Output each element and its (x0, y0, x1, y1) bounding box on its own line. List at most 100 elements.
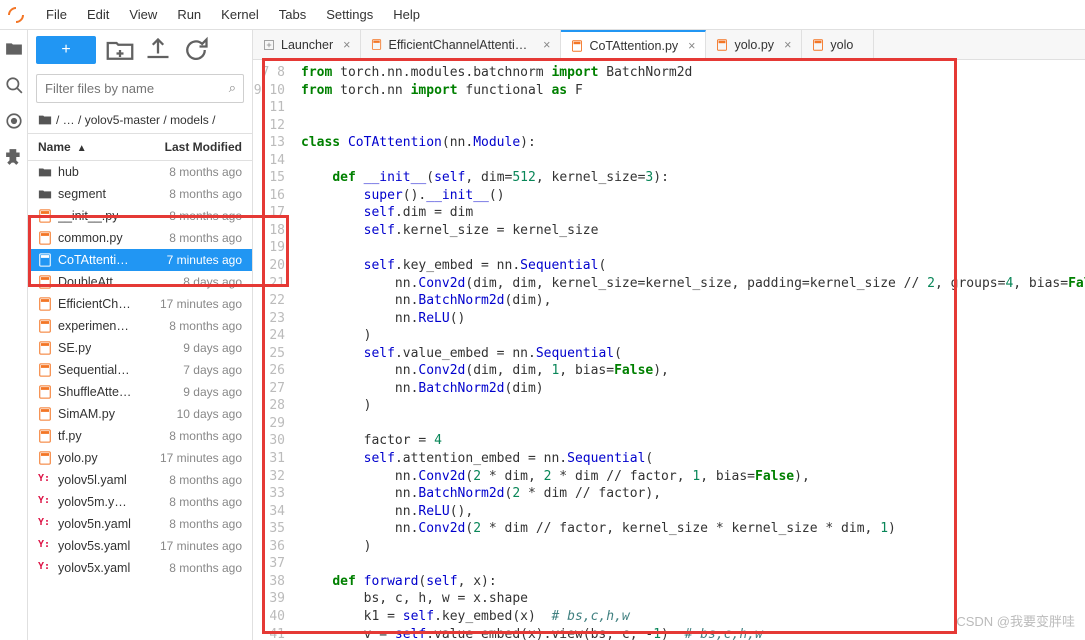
nb-icon (38, 451, 52, 465)
editor-tab[interactable]: CoTAttention.py× (561, 30, 706, 59)
menu-help[interactable]: Help (383, 3, 430, 26)
code-content[interactable]: from torch.nn.modules.batchnorm import B… (293, 60, 1085, 640)
file-name: SE.py (58, 341, 91, 355)
file-modified: 7 days ago (183, 363, 242, 377)
folder-icon (38, 187, 52, 201)
nb-icon (38, 319, 52, 333)
editor-tab[interactable]: yolo (802, 30, 874, 59)
editor-tab[interactable]: EfficientChannelAttention.py × (361, 30, 561, 59)
breadcrumb-segment[interactable]: … (63, 113, 75, 127)
file-row[interactable]: Y: yolov5m.y… 8 months ago (28, 491, 252, 513)
menu-kernel[interactable]: Kernel (211, 3, 269, 26)
file-name: yolo.py (58, 451, 98, 465)
tab-label: EfficientChannelAttention.py (389, 38, 534, 52)
file-row[interactable]: SimAM.py10 days ago (28, 403, 252, 425)
file-name: Sequential… (58, 363, 130, 377)
file-row[interactable]: Y:yolov5l.yaml8 months ago (28, 469, 252, 491)
file-modified: 17 minutes ago (160, 451, 242, 465)
breadcrumb[interactable]: / … / yolov5-master / models / (28, 107, 252, 134)
new-launcher-button[interactable]: + (36, 36, 96, 64)
nb-icon (812, 39, 824, 51)
search-icon: ⌕ (229, 80, 236, 96)
file-row[interactable]: CoTAttenti… 7 minutes ago (28, 249, 252, 271)
yaml-icon: Y: (38, 473, 52, 487)
file-modified: 8 days ago (183, 275, 242, 289)
file-row[interactable]: __init__.py8 months ago (28, 205, 252, 227)
search-icon[interactable] (5, 76, 23, 94)
file-row[interactable]: tf.py8 months ago (28, 425, 252, 447)
file-name: common.py (58, 231, 123, 245)
file-row[interactable]: SE.py9 days ago (28, 337, 252, 359)
tab-label: yolo (830, 38, 853, 52)
file-modified: 8 months ago (169, 429, 242, 443)
nb-icon (38, 385, 52, 399)
editor-tab[interactable]: Launcher × (253, 30, 361, 59)
folder-icon[interactable] (5, 40, 23, 58)
nb-icon (38, 363, 52, 377)
nb-icon (571, 40, 583, 52)
running-icon[interactable] (5, 112, 23, 130)
file-name: yolov5n.yaml (58, 517, 131, 531)
file-name: EfficientCh… (58, 297, 131, 311)
breadcrumb-segment[interactable]: yolov5-master (85, 113, 160, 127)
filter-files-input[interactable] (36, 74, 244, 103)
nb-icon (716, 39, 728, 51)
file-modified: 17 minutes ago (160, 539, 242, 553)
file-modified: 7 minutes ago (167, 253, 242, 267)
file-row[interactable]: DoubleAtt… 8 days ago (28, 271, 252, 293)
file-name: yolov5m.y… (58, 495, 127, 509)
menu-run[interactable]: Run (167, 3, 211, 26)
menu-settings[interactable]: Settings (316, 3, 383, 26)
file-name: CoTAttenti… (58, 253, 129, 267)
file-modified: 8 months ago (169, 561, 242, 575)
menu-tabs[interactable]: Tabs (269, 3, 316, 26)
menu-view[interactable]: View (119, 3, 167, 26)
file-modified: 17 minutes ago (160, 297, 242, 311)
nb-icon (38, 275, 52, 289)
file-list-header[interactable]: Name▲ Last Modified (28, 134, 252, 161)
file-row[interactable]: Y:yolov5x.yaml8 months ago (28, 557, 252, 579)
menu-edit[interactable]: Edit (77, 3, 119, 26)
file-name: __init__.py (58, 209, 118, 223)
file-row[interactable]: experimen…8 months ago (28, 315, 252, 337)
file-row[interactable]: Sequential… 7 days ago (28, 359, 252, 381)
close-icon[interactable]: × (784, 38, 791, 52)
file-row[interactable]: EfficientCh… 17 minutes ago (28, 293, 252, 315)
file-modified: 8 months ago (169, 187, 242, 201)
file-name: DoubleAtt… (58, 275, 125, 289)
file-modified: 8 months ago (169, 165, 242, 179)
nb-icon (38, 209, 52, 223)
tab-label: Launcher (281, 38, 333, 52)
upload-icon[interactable] (144, 36, 172, 64)
file-row[interactable]: hub8 months ago (28, 161, 252, 183)
close-icon[interactable]: × (688, 39, 695, 53)
close-icon[interactable]: × (343, 38, 350, 52)
file-modified: 8 months ago (169, 495, 242, 509)
jupyter-logo-icon (5, 3, 28, 26)
menu-file[interactable]: File (36, 3, 77, 26)
file-row[interactable]: Y:yolov5s.yaml17 minutes ago (28, 535, 252, 557)
yaml-icon: Y: (38, 517, 52, 531)
file-row[interactable]: Y:yolov5n.yaml8 months ago (28, 513, 252, 535)
code-editor[interactable]: 7 8 9 10 11 12 13 14 15 16 17 18 19 20 2… (253, 60, 1085, 640)
file-row[interactable]: segment8 months ago (28, 183, 252, 205)
editor-tab[interactable]: yolo.py × (706, 30, 802, 59)
tab-label: yolo.py (734, 38, 774, 52)
file-row[interactable]: common.py8 months ago (28, 227, 252, 249)
refresh-icon[interactable] (182, 36, 210, 64)
new-folder-icon[interactable] (106, 36, 134, 64)
launcher-icon (263, 39, 275, 51)
nb-icon (38, 297, 52, 311)
close-icon[interactable]: × (543, 38, 550, 52)
nb-icon (38, 429, 52, 443)
file-row[interactable]: yolo.py 17 minutes ago (28, 447, 252, 469)
yaml-icon: Y: (38, 495, 52, 509)
nb-icon (38, 231, 52, 245)
file-row[interactable]: ShuffleAtte…9 days ago (28, 381, 252, 403)
file-name: yolov5s.yaml (58, 539, 130, 553)
folder-icon (38, 113, 52, 127)
file-name: yolov5l.yaml (58, 473, 127, 487)
breadcrumb-segment[interactable]: models (170, 113, 209, 127)
sidebar-toolbar: + (28, 30, 252, 70)
extensions-icon[interactable] (5, 148, 23, 166)
